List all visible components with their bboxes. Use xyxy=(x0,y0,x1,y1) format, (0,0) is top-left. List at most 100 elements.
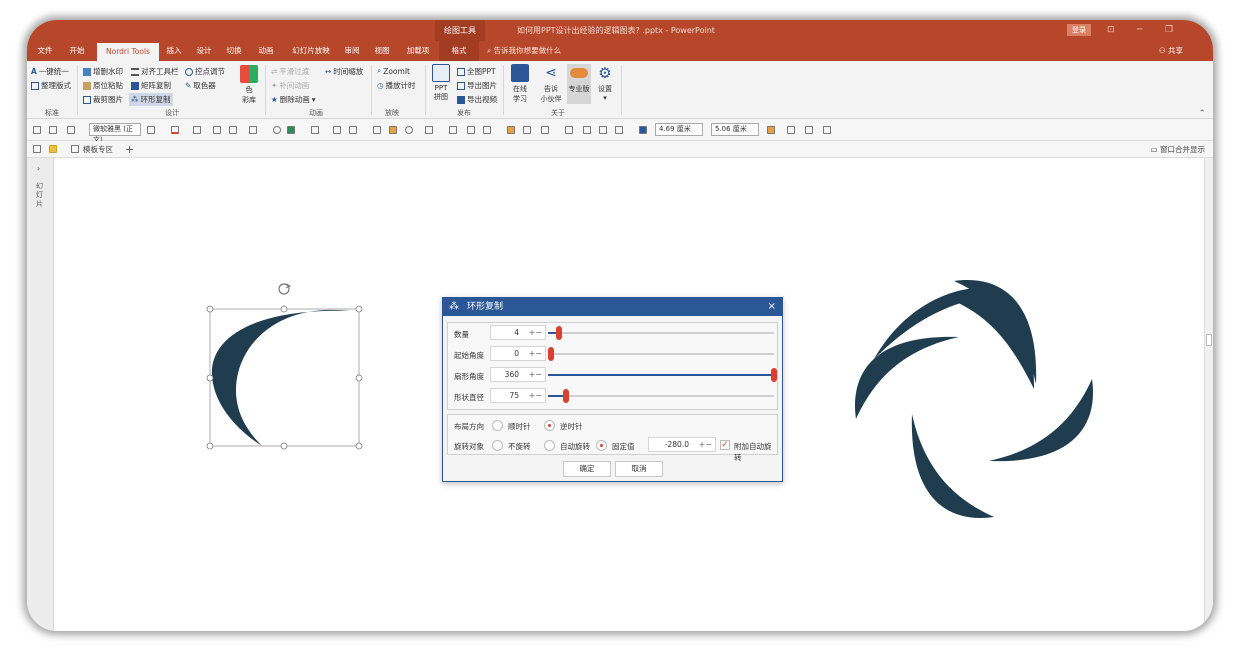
extra-rotate-checkbox[interactable]: ✓ xyxy=(720,440,730,450)
square-icon[interactable] xyxy=(583,126,591,134)
plus-minus-icon[interactable]: +− xyxy=(529,368,542,381)
font-color-icon[interactable] xyxy=(171,126,179,134)
ribbon-display-icon[interactable]: ⊡ xyxy=(1107,20,1115,41)
shape-width-input[interactable]: 5.06 厘米 xyxy=(711,123,759,136)
outline-color-icon[interactable] xyxy=(349,126,357,134)
tab-format[interactable]: 格式 xyxy=(439,41,479,61)
tab-animations[interactable]: 动画 xyxy=(255,41,277,61)
pro-version-button[interactable]: 专业版 xyxy=(567,64,591,104)
timeline-zoom-button[interactable]: ↔ 时间缩放 xyxy=(325,66,363,77)
paste-in-place-button[interactable]: 原位粘贴 xyxy=(83,80,123,91)
arrange-icon[interactable] xyxy=(767,126,775,134)
vertical-scrollbar[interactable] xyxy=(1204,158,1213,631)
play-timer-button[interactable]: ◷ 播放计时 xyxy=(377,80,416,91)
diameter-input[interactable]: 75 +− xyxy=(490,388,546,403)
watermark-button[interactable]: 增删水印 xyxy=(83,66,123,77)
ring-copy-result[interactable] xyxy=(855,280,1093,518)
tween-animation-button[interactable]: ✦ 补间动画 xyxy=(271,80,309,91)
crop-image-button[interactable]: 裁剪图片 xyxy=(83,94,123,105)
rectangle-icon[interactable] xyxy=(565,126,573,134)
font-selector[interactable]: 微软雅黑 (正文) xyxy=(89,123,141,144)
no-rotate-radio[interactable] xyxy=(492,440,503,451)
collapse-ribbon-icon[interactable]: ⌃ xyxy=(1199,108,1205,117)
size-icon[interactable] xyxy=(639,126,647,134)
crop-icon[interactable] xyxy=(615,126,623,134)
tab-review[interactable]: 审阅 xyxy=(341,41,363,61)
minimize-icon[interactable]: ─ xyxy=(1137,20,1142,41)
full-image-ppt-button[interactable]: 全图PPT xyxy=(457,66,496,77)
tab-file[interactable]: 文件 xyxy=(33,41,57,61)
new-file-icon[interactable] xyxy=(33,145,41,153)
shape-height-input[interactable]: 4.69 厘米 xyxy=(655,123,703,136)
share-button[interactable]: ⚇ 共享 xyxy=(1159,41,1183,61)
align-icon[interactable] xyxy=(541,126,549,134)
group-icon[interactable] xyxy=(449,126,457,134)
duplicate-icon[interactable] xyxy=(599,126,607,134)
circle-icon[interactable] xyxy=(273,126,281,134)
ungroup-icon[interactable] xyxy=(467,126,475,134)
paint-bucket-icon[interactable] xyxy=(311,126,319,134)
expand-pane-icon[interactable]: › xyxy=(37,164,40,173)
color-picker-button[interactable]: ✎ 取色器 xyxy=(185,80,216,91)
resize-handle[interactable] xyxy=(355,374,363,382)
slider-thumb[interactable] xyxy=(548,347,554,361)
add-tab-icon[interactable]: + xyxy=(125,141,134,158)
close-icon[interactable]: × xyxy=(768,298,776,316)
eyedropper-icon[interactable] xyxy=(333,126,341,134)
distribute-icon[interactable] xyxy=(787,126,795,134)
resize-handle[interactable] xyxy=(355,305,363,313)
font-size-icon[interactable] xyxy=(147,126,155,134)
pen-icon[interactable] xyxy=(193,126,201,134)
tab-insert[interactable]: 插入 xyxy=(163,41,185,61)
resize-handle[interactable] xyxy=(280,305,288,313)
picture-icon[interactable] xyxy=(229,126,237,134)
plus-minus-icon[interactable]: +− xyxy=(529,326,542,339)
resize-handle[interactable] xyxy=(355,442,363,450)
ppt-puzzle-button[interactable]: PPT 拼图 xyxy=(429,64,453,102)
tab-design[interactable]: 设计 xyxy=(193,41,215,61)
reset-icon[interactable] xyxy=(805,126,813,134)
lock-icon[interactable] xyxy=(33,126,41,134)
count-input[interactable]: 4 +− xyxy=(490,325,546,340)
color-library-button[interactable]: 色 彩库 xyxy=(237,65,261,105)
sound-icon[interactable] xyxy=(49,126,57,134)
more-icon[interactable] xyxy=(823,126,831,134)
tab-addins[interactable]: 加载项 xyxy=(403,41,433,61)
organize-layout-button[interactable]: 整理版式 xyxy=(31,80,71,91)
export-video-button[interactable]: 导出视频 xyxy=(457,94,497,105)
rotate-handle-icon[interactable] xyxy=(278,283,291,295)
cancel-button[interactable]: 取消 xyxy=(615,461,663,477)
bring-forward-icon[interactable] xyxy=(507,126,515,134)
zoomit-button[interactable]: ⌕ ZoomIt xyxy=(377,66,410,76)
restore-icon[interactable]: ❐ xyxy=(1165,20,1173,41)
diameter-slider[interactable] xyxy=(548,389,774,403)
resize-handle[interactable] xyxy=(206,442,214,450)
settings-button[interactable]: ⚙ 设置 ▾ xyxy=(593,64,617,102)
tab-nordri-tools[interactable]: Nordri Tools xyxy=(97,43,159,61)
send-backward-icon[interactable] xyxy=(523,126,531,134)
smooth-transition-button[interactable]: ⇌ 平滑过渡 xyxy=(271,66,309,77)
align-toolbar-button[interactable]: 对齐工具栏 xyxy=(131,66,179,77)
ok-button[interactable]: 确定 xyxy=(563,461,611,477)
resize-handle[interactable] xyxy=(206,305,214,313)
resize-handle[interactable] xyxy=(206,374,214,382)
fill-color-icon[interactable] xyxy=(287,126,295,134)
slider-thumb[interactable] xyxy=(556,326,563,340)
rotate-icon[interactable] xyxy=(425,126,433,134)
tab-transitions[interactable]: 切换 xyxy=(223,41,245,61)
chart-icon[interactable] xyxy=(389,126,397,134)
tab-view[interactable]: 视图 xyxy=(371,41,393,61)
merge-windows-button[interactable]: ▭ 窗口合并显示 xyxy=(1151,141,1205,158)
resize-handle[interactable] xyxy=(280,442,288,450)
pencil-icon[interactable] xyxy=(373,126,381,134)
dialog-title-bar[interactable]: ⁂ 环形复制 × xyxy=(443,298,782,316)
shape-effects-icon[interactable] xyxy=(405,126,413,134)
online-learning-button[interactable]: 在线 学习 xyxy=(507,64,533,104)
start-angle-slider[interactable] xyxy=(548,347,774,361)
picture-frame-icon[interactable] xyxy=(249,126,257,134)
tell-friends-button[interactable]: ⋖ 告诉 小伙伴 xyxy=(537,64,565,104)
scrollbar-thumb[interactable] xyxy=(1206,334,1212,346)
fixed-angle-input[interactable]: -280.0 +− xyxy=(648,437,716,452)
start-angle-input[interactable]: 0 +− xyxy=(490,346,546,361)
sector-angle-slider[interactable] xyxy=(548,368,777,382)
